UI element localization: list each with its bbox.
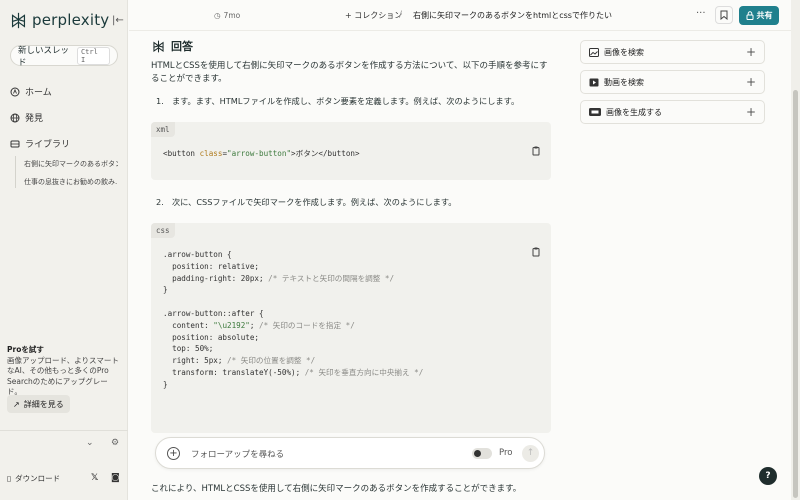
perplexity-logo-icon bbox=[11, 12, 26, 28]
sidebar-item-label: ホーム bbox=[25, 88, 52, 98]
share-button[interactable]: 共有 bbox=[739, 6, 779, 25]
collapse-sidebar-icon[interactable]: |← bbox=[112, 15, 124, 26]
library-thread-item[interactable]: 仕事の息抜きにお勧めの飲み... bbox=[24, 177, 118, 187]
code-language-label: xml bbox=[151, 122, 175, 137]
generate-image-button[interactable]: 画像を生成する + bbox=[580, 100, 765, 124]
sidebar-divider bbox=[0, 430, 128, 431]
plus-icon: + bbox=[745, 75, 756, 89]
search-images-button[interactable]: 画像を検索 + bbox=[580, 40, 765, 64]
arrow-up-right-icon: ↗ bbox=[13, 399, 20, 409]
sidebar: perplexity |← 新しいスレッド Ctrl I ホーム 発見 ライブラ… bbox=[0, 0, 128, 500]
chevron-down-icon[interactable]: ⌄ bbox=[86, 438, 94, 448]
answer-conclusion: これにより、HTMLとCSSを使用して右側に矢印マークのあるボタンを作成すること… bbox=[151, 484, 522, 494]
collection-label: コレクション bbox=[354, 11, 403, 20]
bookmark-button[interactable] bbox=[715, 6, 733, 24]
globe-icon bbox=[10, 113, 20, 122]
copy-icon[interactable] bbox=[531, 247, 541, 257]
add-to-collection-button[interactable]: + コレクション bbox=[345, 10, 402, 21]
search-images-label: 画像を検索 bbox=[604, 47, 644, 57]
pro-promo: Proを試す 画像アップロード、よりスマートなAI、その他もっと多くのPro S… bbox=[7, 345, 122, 398]
more-options-icon[interactable]: ··· bbox=[696, 8, 706, 19]
learn-more-button[interactable]: ↗ 詳細を見る bbox=[7, 395, 70, 413]
generate-image-label: 画像を生成する bbox=[606, 107, 662, 117]
clock-icon: ◷ bbox=[214, 11, 221, 20]
image-icon bbox=[589, 47, 599, 57]
pro-badge-icon bbox=[589, 108, 601, 116]
sidebar-item-label: 発見 bbox=[25, 114, 44, 124]
answer-heading-text: 回答 bbox=[171, 40, 193, 53]
answer-step-2: 2. 次に、CSSファイルで矢印マークを作成します。例えば、次のようにします。 bbox=[156, 197, 457, 207]
code-content: <button class="arrow-button">ボタン</button… bbox=[163, 149, 360, 158]
pro-promo-title: Proを試す bbox=[7, 345, 44, 354]
code-block-xml: xml <button class="arrow-button">ボタン</bu… bbox=[151, 122, 551, 180]
code-language-label: css bbox=[151, 223, 175, 238]
search-videos-label: 動画を検索 bbox=[604, 77, 644, 87]
breadcrumb-separator: / bbox=[399, 10, 403, 20]
code-content: .arrow-button { position: relative; padd… bbox=[163, 250, 424, 389]
perplexity-answer-icon bbox=[153, 40, 164, 52]
download-link[interactable]: ▯ ダウンロード bbox=[7, 473, 60, 484]
send-arrow-icon[interactable]: ↑ bbox=[522, 445, 539, 462]
followup-box: + フォローアップを尋ねる Pro ↑ bbox=[155, 437, 545, 469]
library-icon bbox=[10, 140, 20, 147]
video-icon bbox=[589, 78, 599, 86]
new-thread-button[interactable]: 新しいスレッド Ctrl I bbox=[10, 45, 118, 68]
copy-icon[interactable] bbox=[531, 146, 541, 156]
logo[interactable]: perplexity bbox=[10, 11, 109, 29]
thread-age: ◷ 7mo bbox=[214, 11, 240, 20]
answer-intro: HTMLとCSSを使用して右側に矢印マークのあるボタンを作成する方法について、以… bbox=[151, 61, 548, 84]
library-thread-item[interactable]: 右側に矢印マークのあるボタン... bbox=[24, 159, 118, 169]
attach-plus-icon[interactable]: + bbox=[167, 447, 180, 460]
thread-age-text: 7mo bbox=[223, 11, 241, 20]
sidebar-item-discover[interactable]: 発見 bbox=[10, 111, 43, 124]
plus-icon: + bbox=[745, 105, 756, 119]
thread-title: 右側に矢印マークのあるボタンをhtmlとcssで作りたい bbox=[413, 11, 612, 20]
logo-text: perplexity bbox=[32, 11, 110, 29]
bookmark-icon bbox=[720, 10, 728, 20]
sidebar-item-library[interactable]: ライブラリ bbox=[10, 137, 70, 150]
scrollbar-thumb[interactable] bbox=[793, 90, 798, 498]
search-videos-button[interactable]: 動画を検索 + bbox=[580, 70, 765, 94]
library-tree-line bbox=[15, 156, 16, 188]
help-button[interactable]: ? bbox=[759, 467, 777, 485]
discord-icon[interactable]: ◙ bbox=[111, 473, 120, 483]
pro-toggle-label: Pro bbox=[499, 448, 513, 458]
download-label: ダウンロード bbox=[15, 474, 61, 483]
device-icon: ▯ bbox=[7, 474, 12, 483]
new-thread-label: 新しいスレッド bbox=[18, 45, 70, 68]
x-twitter-icon[interactable]: 𝕏 bbox=[91, 473, 98, 483]
lock-icon bbox=[746, 11, 753, 20]
answer-step-1: 1. ます。ます、HTMLファイルを作成し、ボタン要素を定義します。例えば、次の… bbox=[156, 96, 520, 106]
answer-heading: 回答 bbox=[152, 38, 193, 54]
sidebar-item-label: ライブラリ bbox=[25, 140, 71, 150]
learn-more-label: 詳細を見る bbox=[23, 399, 64, 409]
new-thread-shortcut: Ctrl I bbox=[76, 46, 110, 65]
share-label: 共有 bbox=[756, 11, 773, 20]
settings-icon[interactable]: ⚙ bbox=[111, 438, 119, 448]
plus-icon: + bbox=[745, 45, 756, 59]
pro-promo-text: 画像アップロード、よりスマートなAI、その他もっと多くのPro Searchのた… bbox=[7, 355, 119, 397]
home-icon bbox=[10, 87, 20, 96]
code-block-css: css .arrow-button { position: relative; … bbox=[151, 223, 551, 433]
pro-toggle[interactable] bbox=[472, 448, 492, 459]
top-bar: ◷ 7mo + コレクション / 右側に矢印マークのあるボタンをhtmlとcss… bbox=[129, 0, 791, 31]
sidebar-item-home[interactable]: ホーム bbox=[10, 85, 52, 98]
followup-input[interactable]: フォローアップを尋ねる bbox=[191, 448, 284, 460]
